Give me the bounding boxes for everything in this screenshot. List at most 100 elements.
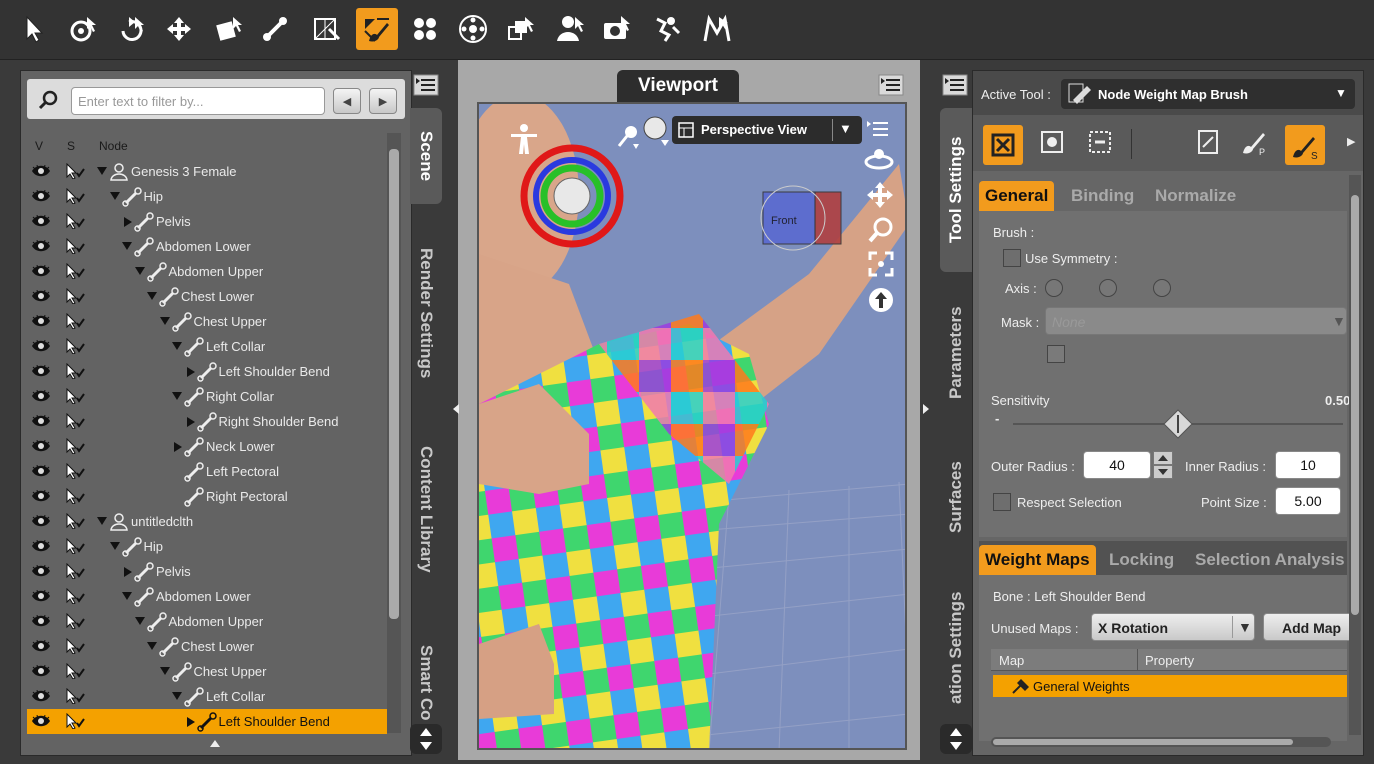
expand-arrow-icon[interactable] — [159, 317, 170, 325]
rotate-tool-icon[interactable] — [110, 8, 152, 50]
table-row[interactable]: Hip — [27, 184, 387, 209]
scene-filter-input[interactable] — [71, 87, 325, 115]
visibility-eye-icon[interactable] — [31, 690, 51, 702]
table-row[interactable]: Chest Lower — [27, 284, 387, 309]
tab-binding[interactable]: Binding — [1065, 181, 1140, 211]
figure-toggle-icon[interactable] — [507, 122, 541, 156]
table-row[interactable]: Pelvis — [27, 559, 387, 584]
right-tab-scroll-button[interactable] — [940, 724, 972, 754]
table-row[interactable]: Genesis 3 Female — [27, 159, 387, 184]
selectable-icon[interactable] — [65, 188, 85, 204]
spot-render-tool-icon[interactable] — [452, 8, 494, 50]
visibility-eye-icon[interactable] — [31, 515, 51, 527]
selectable-icon[interactable] — [65, 663, 85, 679]
visibility-eye-icon[interactable] — [31, 265, 51, 277]
tab-parameters[interactable]: Parameters — [940, 288, 972, 418]
viewport-pane-menu-icon[interactable] — [878, 74, 904, 96]
expand-arrow-icon[interactable] — [172, 692, 182, 700]
expand-arrow-icon[interactable] — [109, 542, 120, 550]
selectable-icon[interactable] — [65, 338, 85, 354]
table-row[interactable]: Neck Lower — [27, 434, 387, 459]
selectable-icon[interactable] — [65, 513, 85, 529]
selectable-icon[interactable] — [65, 613, 85, 629]
translate-tool-icon[interactable] — [158, 8, 200, 50]
visibility-eye-icon[interactable] — [31, 615, 51, 627]
tab-weight-maps[interactable]: Weight Maps — [979, 545, 1096, 575]
pose-tool-icon[interactable] — [646, 8, 688, 50]
respect-selection-checkbox[interactable] — [993, 493, 1011, 511]
column-node[interactable]: Node — [99, 139, 128, 153]
visibility-eye-icon[interactable] — [31, 415, 51, 427]
tab-selection-analysis[interactable]: Selection Analysis — [1189, 545, 1351, 575]
tab-general[interactable]: General — [979, 181, 1055, 211]
outer-radius-stepper[interactable] — [1153, 451, 1173, 479]
transfer-weights-icon[interactable] — [1193, 127, 1223, 157]
expand-arrow-icon[interactable] — [147, 292, 157, 300]
tab-ation-settings[interactable]: ation Settings — [940, 578, 972, 718]
reset-camera-icon[interactable] — [867, 286, 895, 314]
expand-arrow-icon[interactable] — [122, 242, 132, 250]
tab-scroll-button[interactable] — [410, 724, 442, 754]
selectable-icon[interactable] — [65, 388, 85, 404]
axis-z-radio[interactable] — [1153, 279, 1171, 297]
paint-brush-icon[interactable]: P — [1239, 127, 1269, 157]
table-row[interactable]: Abdomen Lower — [27, 234, 387, 259]
table-row[interactable]: Right Shoulder Bend — [27, 409, 387, 434]
table-row[interactable]: Chest Lower — [27, 634, 387, 659]
frame-camera-icon[interactable] — [867, 250, 895, 278]
node-weight-map-brush-icon[interactable] — [356, 8, 398, 50]
more-tools-arrow-icon[interactable]: ▶ — [1347, 135, 1355, 148]
tool-settings-scrollbar[interactable] — [1349, 175, 1361, 735]
tab-surfaces[interactable]: Surfaces — [940, 442, 972, 552]
mask-dropdown[interactable]: None ▼ — [1045, 307, 1347, 335]
collapse-arrow-icon[interactable] — [124, 567, 132, 577]
sensitivity-slider-thumb[interactable] — [1163, 409, 1193, 439]
zoom-camera-icon[interactable] — [867, 216, 895, 244]
expand-arrow-icon[interactable] — [109, 192, 120, 200]
collapse-arrow-icon[interactable] — [186, 417, 195, 427]
column-selectable[interactable]: S — [67, 139, 75, 153]
expand-arrow-icon[interactable] — [172, 342, 182, 350]
table-row[interactable]: Left Collar — [27, 684, 387, 709]
tab-tool-settings[interactable]: Tool Settings — [940, 108, 972, 272]
table-row[interactable]: Left Shoulder Bend — [27, 359, 387, 384]
visibility-eye-icon[interactable] — [31, 315, 51, 327]
visibility-eye-icon[interactable] — [31, 490, 51, 502]
selectable-icon[interactable] — [65, 363, 85, 379]
table-row[interactable]: General Weights — [993, 675, 1347, 697]
expand-arrow-icon[interactable] — [122, 592, 132, 600]
expand-arrow-icon[interactable] — [97, 167, 107, 175]
selectable-icon[interactable] — [65, 313, 85, 329]
filter-next-button[interactable]: ▶ — [369, 88, 397, 114]
tab-locking[interactable]: Locking — [1103, 545, 1180, 575]
table-row[interactable]: Chest Upper — [27, 309, 387, 334]
scene-pane-menu-icon[interactable] — [413, 74, 439, 96]
search-icon[interactable] — [37, 89, 59, 111]
visibility-eye-icon[interactable] — [31, 290, 51, 302]
add-select-mode-icon[interactable] — [1037, 127, 1067, 157]
selectable-icon[interactable] — [65, 488, 85, 504]
visibility-eye-icon[interactable] — [31, 440, 51, 452]
selectable-icon[interactable] — [65, 413, 85, 429]
table-row[interactable]: Abdomen Lower — [27, 584, 387, 609]
morph-tool-icon[interactable] — [696, 8, 738, 50]
scroll-up-arrow-icon[interactable] — [210, 740, 220, 747]
visibility-eye-icon[interactable] — [31, 165, 51, 177]
geometry-editor-tool-icon[interactable] — [306, 8, 348, 50]
table-row[interactable]: untitledclth — [27, 509, 387, 534]
unused-maps-dropdown[interactable]: X Rotation ▼ — [1091, 613, 1255, 641]
table-row[interactable]: Pelvis — [27, 209, 387, 234]
table-row[interactable]: Abdomen Upper — [27, 609, 387, 634]
collapse-arrow-icon[interactable] — [186, 367, 195, 377]
tab-scene[interactable]: Scene — [410, 108, 442, 204]
pan-camera-icon[interactable] — [865, 180, 895, 210]
expand-arrow-icon[interactable] — [97, 517, 107, 525]
horizontal-scrollbar[interactable] — [991, 737, 1331, 747]
point-size-field[interactable]: 5.00 — [1275, 487, 1341, 515]
table-row[interactable]: Left Collar — [27, 334, 387, 359]
visibility-eye-icon[interactable] — [31, 240, 51, 252]
camera-tool-icon[interactable] — [596, 8, 638, 50]
selectable-icon[interactable] — [65, 563, 85, 579]
visibility-eye-icon[interactable] — [31, 390, 51, 402]
mask-option-checkbox[interactable] — [1047, 345, 1065, 363]
